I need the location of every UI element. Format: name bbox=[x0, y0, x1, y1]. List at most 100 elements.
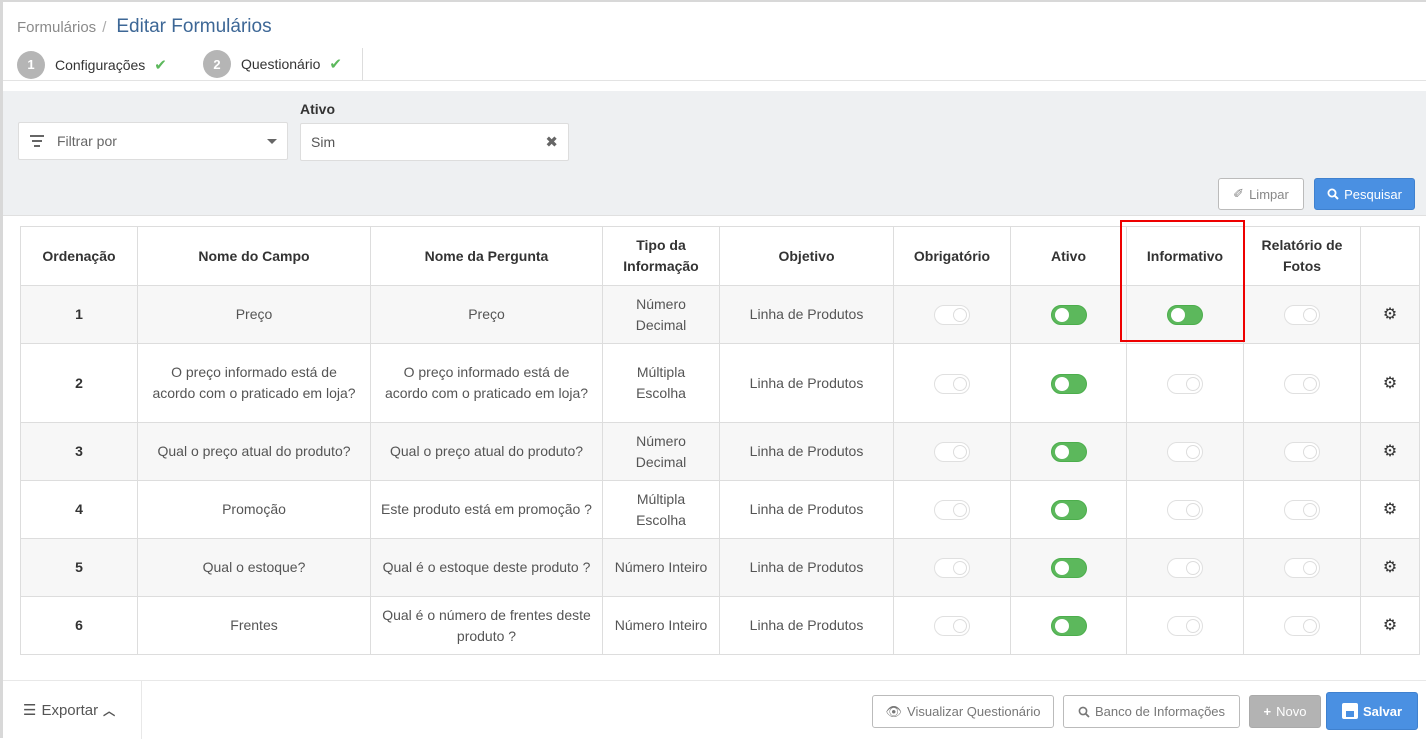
cell-informativo-toggle bbox=[1126, 422, 1244, 481]
header-obrigatorio[interactable]: Obrigatório bbox=[893, 226, 1011, 286]
cell-ordenacao: 2 bbox=[20, 343, 138, 423]
table-row: 1 Preço Preço Número Decimal Linha de Produt… bbox=[20, 285, 1420, 344]
search-icon bbox=[1327, 188, 1339, 200]
cell-actions: ⚙ bbox=[1360, 596, 1420, 655]
exportar-button[interactable]: ☰ Exportar ︿ bbox=[3, 681, 142, 739]
toggle-knob bbox=[1186, 619, 1200, 634]
banco-informacoes-button[interactable]: Banco de Informações bbox=[1063, 695, 1240, 728]
header-ativo[interactable]: Ativo bbox=[1010, 226, 1127, 286]
relatorio-fotos-toggle[interactable] bbox=[1284, 373, 1320, 394]
visualizar-label: Visualizar Questionário bbox=[907, 704, 1041, 719]
header-nome-pergunta[interactable]: Nome da Pergunta bbox=[370, 226, 603, 286]
breadcrumb: Formulários / Editar Formulários bbox=[17, 16, 272, 38]
step-configuracoes[interactable]: 1 Configurações ✔ bbox=[3, 48, 186, 81]
obrigatorio-toggle[interactable] bbox=[934, 616, 970, 637]
gear-icon[interactable]: ⚙ bbox=[1383, 559, 1397, 576]
ativo-toggle[interactable] bbox=[1050, 442, 1087, 463]
cell-actions: ⚙ bbox=[1360, 480, 1420, 539]
ativo-toggle[interactable] bbox=[1050, 616, 1087, 637]
gear-icon[interactable]: ⚙ bbox=[1383, 501, 1397, 518]
relatorio-fotos-toggle[interactable] bbox=[1284, 442, 1320, 463]
relatorio-fotos-toggle[interactable] bbox=[1284, 616, 1320, 637]
breadcrumb-separator: / bbox=[102, 19, 107, 36]
obrigatorio-toggle[interactable] bbox=[934, 500, 970, 521]
cell-nome-campo: Qual o preço atual do produto? bbox=[137, 422, 371, 481]
cell-objetivo: Linha de Produtos bbox=[719, 538, 894, 597]
toggle-knob bbox=[953, 619, 967, 634]
relatorio-fotos-toggle[interactable] bbox=[1284, 500, 1320, 521]
cell-relatorio-fotos-toggle bbox=[1243, 538, 1361, 597]
relatorio-fotos-toggle[interactable] bbox=[1284, 558, 1320, 579]
obrigatorio-toggle[interactable] bbox=[934, 305, 970, 326]
search-icon bbox=[1078, 706, 1090, 718]
save-icon bbox=[1341, 703, 1358, 719]
obrigatorio-toggle[interactable] bbox=[934, 373, 970, 394]
toggle-knob bbox=[953, 561, 967, 576]
informativo-toggle[interactable] bbox=[1167, 373, 1203, 394]
ativo-toggle[interactable] bbox=[1050, 373, 1087, 394]
informativo-toggle[interactable] bbox=[1167, 616, 1203, 637]
pesquisar-label: Pesquisar bbox=[1344, 186, 1402, 202]
cell-nome-pergunta: Este produto está em promoção ? bbox=[370, 480, 603, 539]
cell-nome-pergunta: Preço bbox=[370, 285, 603, 344]
ativo-toggle[interactable] bbox=[1050, 305, 1087, 326]
cell-nome-campo: Preço bbox=[137, 285, 371, 344]
header-tipo-informacao[interactable]: Tipo da Informação bbox=[602, 226, 720, 286]
cell-informativo-toggle bbox=[1126, 285, 1244, 344]
novo-button[interactable]: + Novo bbox=[1249, 695, 1321, 728]
limpar-button[interactable]: ✐ Limpar bbox=[1218, 178, 1304, 210]
informativo-toggle[interactable] bbox=[1167, 500, 1203, 521]
page-title: Editar Formulários bbox=[116, 16, 272, 37]
visualizar-questionario-button[interactable]: 👁 Visualizar Questionário bbox=[872, 695, 1054, 728]
header-objetivo[interactable]: Objetivo bbox=[719, 226, 894, 286]
header-nome-campo[interactable]: Nome do Campo bbox=[137, 226, 371, 286]
gear-icon[interactable]: ⚙ bbox=[1383, 617, 1397, 634]
breadcrumb-parent-link[interactable]: Formulários bbox=[17, 19, 96, 36]
ativo-filter-field[interactable]: Sim ✖ bbox=[300, 123, 569, 161]
ativo-filter-value: Sim bbox=[311, 134, 336, 150]
table-row: 4 Promoção Este produto está em promoção ?… bbox=[20, 480, 1420, 539]
close-icon[interactable]: ✖ bbox=[545, 133, 558, 151]
toggle-knob bbox=[1186, 561, 1200, 576]
cell-relatorio-fotos-toggle bbox=[1243, 343, 1361, 423]
banco-label: Banco de Informações bbox=[1094, 704, 1226, 719]
cell-ordenacao: 6 bbox=[20, 596, 138, 655]
cell-ativo-toggle bbox=[1010, 596, 1127, 655]
cell-objetivo: Linha de Produtos bbox=[719, 596, 894, 655]
relatorio-fotos-toggle[interactable] bbox=[1284, 305, 1320, 326]
header-relatorio-fotos[interactable]: Relatório de Fotos bbox=[1243, 226, 1361, 286]
chevron-down-icon bbox=[267, 138, 277, 144]
salvar-button[interactable]: Salvar bbox=[1326, 692, 1418, 730]
cell-nome-pergunta: Qual é o número de frentes deste produto… bbox=[370, 596, 603, 655]
toggle-knob bbox=[1186, 503, 1200, 518]
filter-by-select[interactable]: Filtrar por bbox=[18, 122, 288, 160]
toggle-knob bbox=[1054, 503, 1069, 518]
exportar-label: Exportar bbox=[41, 701, 99, 719]
toggle-knob bbox=[1171, 308, 1185, 323]
cell-obrigatorio-toggle bbox=[893, 596, 1011, 655]
informativo-toggle[interactable] bbox=[1167, 558, 1203, 579]
cell-informativo-toggle bbox=[1126, 480, 1244, 539]
obrigatorio-toggle[interactable] bbox=[934, 558, 970, 579]
header-informativo[interactable]: Informativo bbox=[1126, 226, 1244, 286]
ativo-toggle[interactable] bbox=[1050, 500, 1087, 521]
informativo-toggle[interactable] bbox=[1167, 442, 1203, 463]
step-label: Questionário bbox=[241, 56, 321, 72]
cell-obrigatorio-toggle bbox=[893, 480, 1011, 539]
header-ordenacao[interactable]: Ordenação bbox=[20, 226, 138, 286]
toggle-knob bbox=[1186, 445, 1200, 460]
wizard-steps: 1 Configurações ✔ 2 Questionário ✔ bbox=[3, 48, 363, 81]
pesquisar-button[interactable]: Pesquisar bbox=[1314, 178, 1415, 210]
informativo-toggle[interactable] bbox=[1167, 305, 1203, 326]
gear-icon[interactable]: ⚙ bbox=[1383, 306, 1397, 323]
cell-ativo-toggle bbox=[1010, 343, 1127, 423]
eraser-icon: ✐ bbox=[1233, 186, 1245, 201]
gear-icon[interactable]: ⚙ bbox=[1383, 375, 1397, 392]
gear-icon[interactable]: ⚙ bbox=[1383, 443, 1397, 460]
cell-objetivo: Linha de Produtos bbox=[719, 343, 894, 423]
step-questionario[interactable]: 2 Questionário ✔ bbox=[186, 48, 363, 81]
ativo-toggle[interactable] bbox=[1050, 558, 1087, 579]
cell-relatorio-fotos-toggle bbox=[1243, 480, 1361, 539]
obrigatorio-toggle[interactable] bbox=[934, 442, 970, 463]
cell-ativo-toggle bbox=[1010, 480, 1127, 539]
